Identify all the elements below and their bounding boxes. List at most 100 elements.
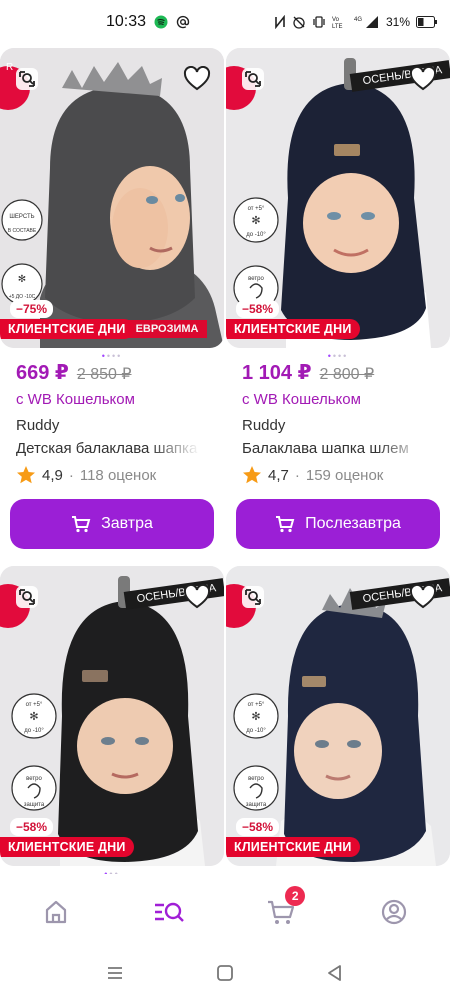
rating-value: 4,7 bbox=[268, 466, 289, 484]
svg-text:4G: 4G bbox=[354, 17, 362, 23]
promo-strip: КЛИЕНТСКИЕ ДНИ bbox=[226, 836, 360, 858]
product-photo[interactable]: от +5° ✻ до -10° ветро защита ОСЕНЬ/ВЕСН… bbox=[226, 566, 450, 866]
promo-strip: КЛИЕНТСКИЕ ДНИ ЕВРОЗИМА bbox=[0, 318, 207, 340]
volte-icon: VoLTE bbox=[332, 17, 343, 29]
profile-icon bbox=[381, 899, 406, 925]
review-count: 159 оценок bbox=[305, 466, 384, 484]
delivery-label: Послезавтра bbox=[305, 515, 401, 532]
svg-text:ветро: ветро bbox=[26, 776, 42, 782]
alarm-off-icon bbox=[293, 16, 305, 29]
svg-text:✻: ✻ bbox=[29, 710, 38, 723]
add-to-cart-button[interactable]: Послезавтра bbox=[236, 499, 440, 549]
bottom-navigation: 2 bbox=[0, 874, 450, 950]
cart-count-badge: 2 bbox=[285, 886, 306, 906]
svg-text:до -10°: до -10° bbox=[24, 728, 44, 734]
star-icon bbox=[243, 466, 261, 484]
photo-pagination-dots: •••• bbox=[101, 351, 123, 361]
favorite-heart-icon[interactable] bbox=[406, 580, 440, 614]
rating-value: 4,9 bbox=[42, 466, 63, 484]
product-card[interactable]: от +5° ✻ до -10° ветро защита ОСЕНЬ/ВЕСН… bbox=[226, 48, 450, 549]
product-rating: 4,9 · 118 оценок bbox=[0, 465, 224, 485]
at-sign-icon bbox=[176, 15, 190, 29]
promo-label: КЛИЕНТСКИЕ ДНИ bbox=[0, 319, 134, 339]
promo-strip: КЛИЕНТСКИЕ ДНИ bbox=[0, 836, 134, 858]
product-old-price: 2 800 ₽ bbox=[319, 366, 375, 383]
discount-badge: −75% bbox=[10, 300, 54, 318]
home-system-button[interactable] bbox=[216, 964, 234, 987]
nav-profile[interactable] bbox=[364, 882, 424, 942]
svg-text:LTE: LTE bbox=[332, 24, 343, 29]
product-brand[interactable]: Ruddy bbox=[0, 417, 224, 434]
svg-text:от +5°: от +5° bbox=[248, 206, 265, 212]
price-row: 1 104 ₽ 2 800 ₽ bbox=[226, 360, 450, 385]
status-right: Vo LTE 4G 31% bbox=[274, 0, 438, 44]
cart-icon bbox=[276, 516, 295, 533]
svg-text:✻: ✻ bbox=[251, 710, 260, 723]
menu-icon bbox=[108, 966, 122, 979]
promo-label: КЛИЕНТСКИЕ ДНИ bbox=[226, 319, 360, 339]
product-card[interactable]: от +5° ✻ до -10° ветро защита ОСЕНЬ/ВЕСН… bbox=[226, 566, 450, 866]
product-card[interactable]: R ШЕРСТЬ В СОСТАВЕ ✻ +5 ДО -10С −75% КЛИ… bbox=[0, 48, 224, 549]
photo-pagination-dots: •••• bbox=[327, 351, 349, 361]
find-similar-icon[interactable] bbox=[10, 62, 44, 96]
product-brand[interactable]: Ruddy bbox=[226, 417, 450, 434]
nav-cart[interactable]: 2 bbox=[251, 882, 311, 942]
find-similar-icon[interactable] bbox=[236, 580, 270, 614]
favorite-heart-icon[interactable] bbox=[406, 62, 440, 96]
nav-home[interactable] bbox=[26, 882, 86, 942]
product-photo[interactable]: от +5° ✻ до -10° ветро защита ОСЕНЬ/ВЕСН… bbox=[0, 566, 224, 866]
svg-text:В СОСТАВЕ: В СОСТАВЕ bbox=[8, 228, 37, 234]
product-old-price: 2 850 ₽ bbox=[76, 366, 132, 383]
product-photo[interactable]: R ШЕРСТЬ В СОСТАВЕ ✻ +5 ДО -10С −75% КЛИ… bbox=[0, 48, 224, 348]
back-system-button[interactable] bbox=[326, 964, 344, 987]
recent-apps-button[interactable] bbox=[106, 965, 124, 986]
battery-icon bbox=[416, 16, 437, 28]
find-similar-icon[interactable] bbox=[10, 580, 44, 614]
svg-text:защита: защита bbox=[24, 802, 45, 808]
square-icon bbox=[217, 964, 233, 981]
back-triangle-icon bbox=[328, 964, 341, 981]
svg-text:✻: ✻ bbox=[18, 274, 26, 285]
svg-text:ШЕРСТЬ: ШЕРСТЬ bbox=[9, 214, 34, 220]
wallet-note: с WB Кошельком bbox=[16, 391, 135, 408]
favorite-heart-icon[interactable] bbox=[180, 580, 214, 614]
nfc-icon bbox=[275, 15, 285, 29]
svg-text:до -10°: до -10° bbox=[246, 728, 266, 734]
svg-text:до -10°: до -10° bbox=[246, 232, 266, 238]
product-name[interactable]: Балаклава шапка шлем bbox=[226, 440, 426, 457]
cart-icon bbox=[72, 516, 91, 533]
product-price: 1 104 ₽ bbox=[242, 362, 312, 384]
signal-icon: 4G bbox=[354, 16, 378, 28]
discount-badge: −58% bbox=[10, 818, 54, 836]
svg-text:ветро: ветро bbox=[248, 776, 264, 782]
product-card[interactable]: от +5° ✻ до -10° ветро защита ОСЕНЬ/ВЕСН… bbox=[0, 566, 224, 874]
product-photo[interactable]: от +5° ✻ до -10° ветро защита ОСЕНЬ/ВЕСН… bbox=[226, 48, 450, 348]
wallet-note: с WB Кошельком bbox=[242, 391, 361, 408]
product-grid[interactable]: R ШЕРСТЬ В СОСТАВЕ ✻ +5 ДО -10С −75% КЛИ… bbox=[0, 44, 450, 874]
product-name[interactable]: Детская балаклава шапка bbox=[0, 440, 200, 457]
find-similar-icon[interactable] bbox=[236, 62, 270, 96]
discount-badge: −58% bbox=[236, 300, 280, 318]
vibrate-icon bbox=[313, 16, 325, 28]
favorite-heart-icon[interactable] bbox=[180, 62, 214, 96]
svg-text:✻: ✻ bbox=[251, 214, 260, 227]
status-time: 10:33 bbox=[106, 13, 147, 30]
price-row: 669 ₽ 2 850 ₽ bbox=[0, 360, 224, 385]
promo-extra-label: ЕВРОЗИМА bbox=[127, 320, 207, 338]
battery-percent: 31% bbox=[385, 15, 410, 29]
home-icon bbox=[46, 900, 67, 924]
add-to-cart-button[interactable]: Завтра bbox=[10, 499, 214, 549]
promo-strip: КЛИЕНТСКИЕ ДНИ bbox=[226, 318, 360, 340]
product-price: 669 ₽ bbox=[16, 362, 69, 384]
review-count: 118 оценок bbox=[79, 466, 157, 484]
svg-text:от +5°: от +5° bbox=[26, 702, 43, 708]
catalog-search-icon bbox=[154, 902, 184, 922]
star-icon bbox=[17, 466, 35, 484]
status-bar: 10:33 Vo LTE 4G 31% bbox=[0, 0, 450, 44]
promo-label: КЛИЕНТСКИЕ ДНИ bbox=[0, 837, 134, 857]
system-navigation bbox=[0, 950, 450, 1000]
nav-catalog[interactable] bbox=[139, 882, 199, 942]
delivery-label: Завтра bbox=[101, 515, 153, 532]
svg-text:ветро: ветро bbox=[248, 276, 264, 282]
svg-text:Vo: Vo bbox=[332, 17, 340, 23]
